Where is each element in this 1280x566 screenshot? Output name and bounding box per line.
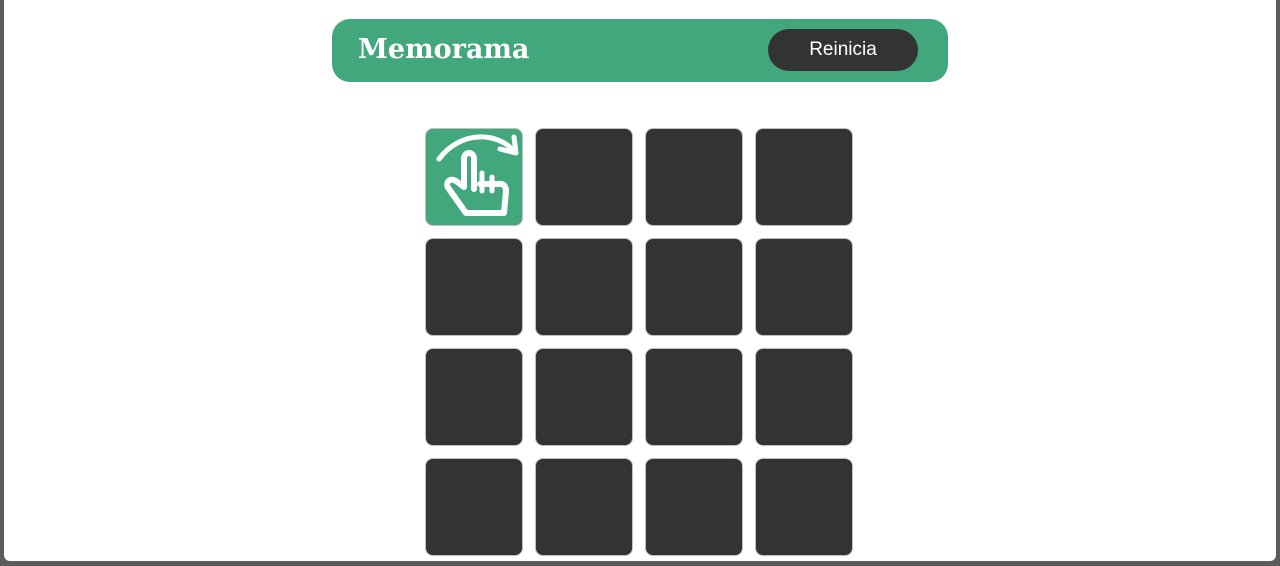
card-hidden[interactable] (535, 458, 633, 556)
game-title: Memorama (358, 34, 530, 65)
card-hidden[interactable] (535, 348, 633, 446)
card-hidden[interactable] (425, 348, 523, 446)
card-hidden[interactable] (755, 128, 853, 226)
game-header: Memorama Reinicia (332, 19, 948, 82)
card-hidden[interactable] (535, 128, 633, 226)
card-hidden[interactable] (645, 348, 743, 446)
tap-flip-icon (436, 134, 519, 216)
card-hidden[interactable] (425, 458, 523, 556)
card-hidden[interactable] (755, 458, 853, 556)
game-page: Memorama Reinicia (4, 0, 1276, 561)
card-hidden[interactable] (425, 238, 523, 336)
card-hidden[interactable] (645, 238, 743, 336)
card-hidden[interactable] (645, 128, 743, 226)
card-grid (425, 128, 855, 558)
card-hidden[interactable] (755, 238, 853, 336)
card-hidden[interactable] (755, 348, 853, 446)
card-revealed[interactable] (425, 128, 523, 226)
card-hidden[interactable] (535, 238, 633, 336)
reset-button[interactable]: Reinicia (768, 29, 918, 71)
card-hidden[interactable] (645, 458, 743, 556)
